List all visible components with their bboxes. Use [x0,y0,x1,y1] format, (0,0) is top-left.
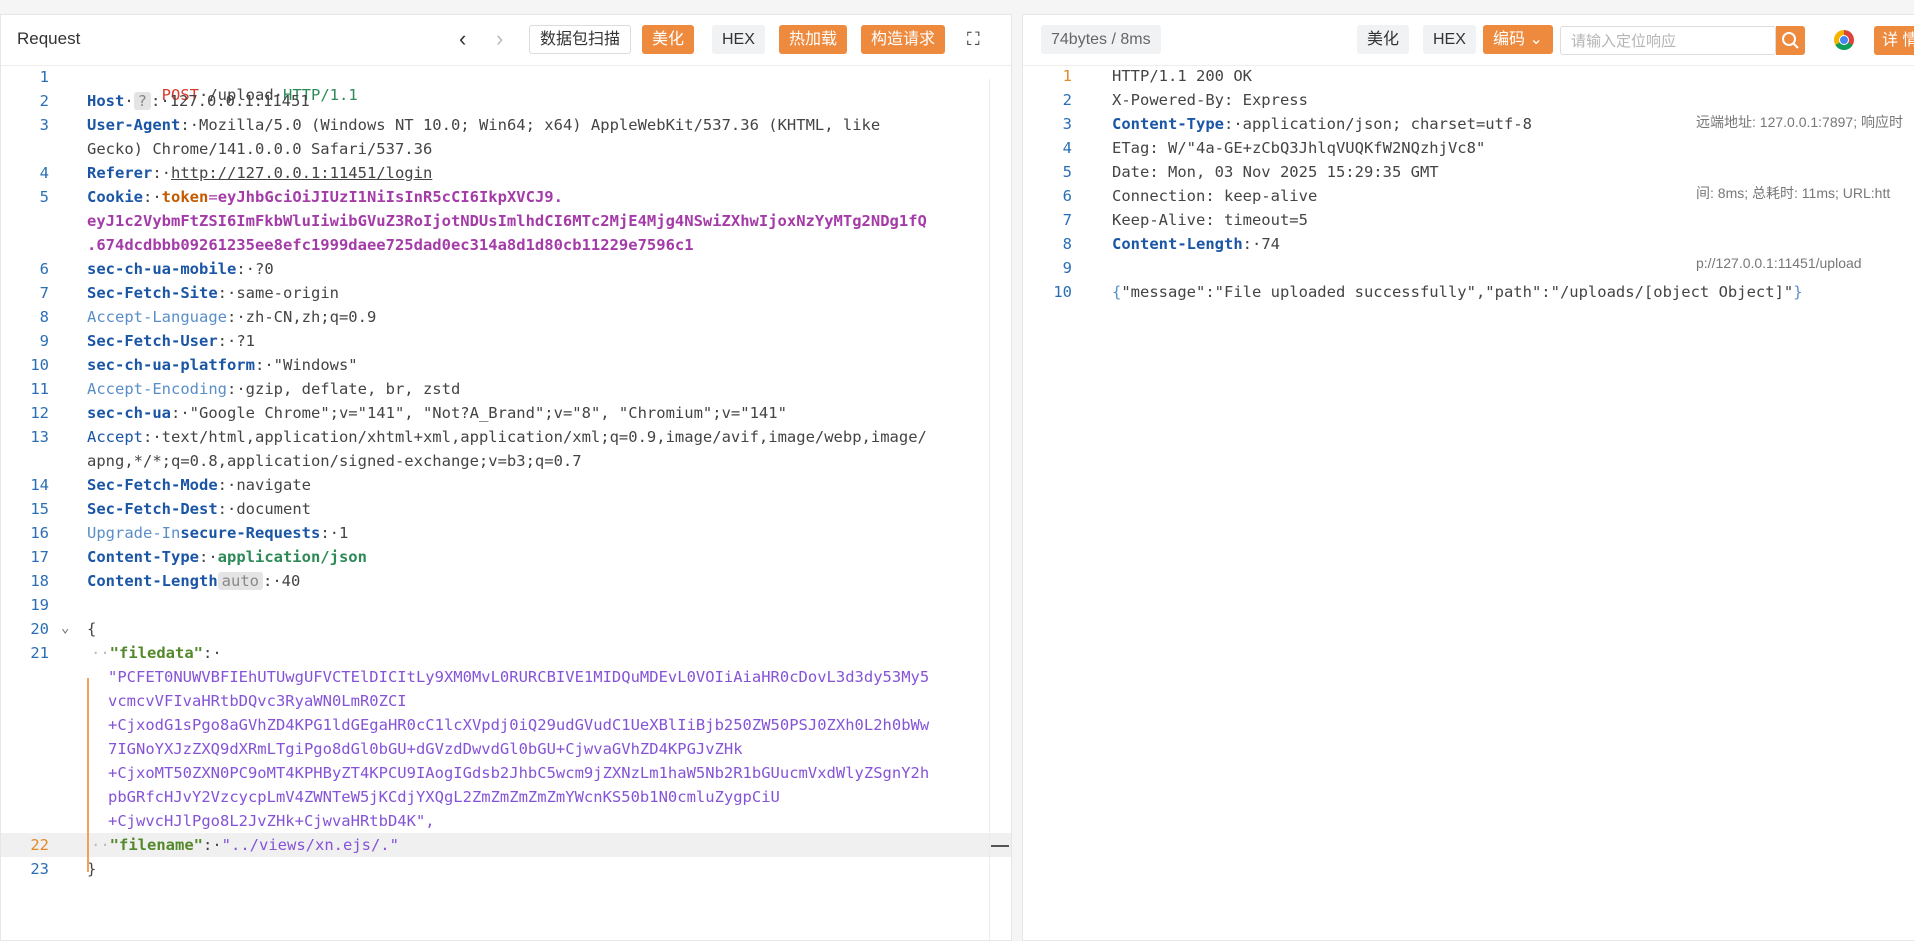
construct-request-button[interactable]: 构造请求 [861,25,946,54]
line-number: 9 [39,332,49,350]
line-number: 23 [30,860,49,878]
request-panel: Request ‹ › 数据包扫描 美化 HEX 热加载 构造请求 ⛶ 1 PO… [0,14,1012,941]
code-line: 4 ETag: W/"4a-GE+zCbQ3JhlqVUQKfW2NQzhjVc… [1022,136,1692,160]
code-line: 6 sec-ch-ua-mobile:·?0 [1,257,1011,281]
line-number: 10 [1053,283,1072,301]
code-line: 8 Accept-Language:·zh-CN,zh;q=0.9 [1,305,1011,329]
line-number: 14 [30,476,49,494]
line-number: 2 [39,92,49,110]
locate-response-search[interactable] [1560,26,1776,55]
locate-response-input[interactable] [1569,27,1773,55]
size-time-badge: 74bytes / 8ms [1041,25,1161,54]
line-number: 11 [30,380,49,398]
line-number: 22 [30,836,49,854]
beautify-button[interactable]: 美化 [642,25,695,54]
code-line: 8 Content-Length:·74 [1022,232,1692,256]
line-number: 8 [1062,235,1072,253]
code-line: 4 Referer:·http://127.0.0.1:11451/login [1,161,1011,185]
scrollbar-marker[interactable] [991,845,1009,847]
code-line: 20 ⌄ { [1,617,1011,641]
code-line: 14 Sec-Fetch-Mode:·navigate [1,473,1011,497]
line-number: 20 [30,620,49,638]
line-number: 4 [1062,139,1072,157]
chrome-icon[interactable] [1834,30,1854,50]
code-line: 5 Cookie:·token=eyJhbGciOiJIUzI1NiIsInR5… [1,185,1011,257]
response-hex-button[interactable]: HEX [1423,25,1476,54]
code-line: 2 X-Powered-By: Express [1022,88,1692,112]
request-toolbar: Request ‹ › 数据包扫描 美化 HEX 热加载 构造请求 ⛶ [1,15,1011,66]
response-beautify-button[interactable]: 美化 [1357,25,1410,54]
line-number: 21 [30,644,49,662]
detail-button[interactable]: 详 情 [1874,26,1914,55]
line-number: 1 [39,68,49,86]
line-number: 9 [1062,259,1072,277]
next-arrow-icon[interactable]: › [496,27,503,51]
code-line: 16 Upgrade-Insecure-Requests:·1 [1,521,1011,545]
code-line: 10 {"message":"File uploaded successfull… [1022,280,1802,304]
prev-arrow-icon[interactable]: ‹ [459,27,466,51]
code-line: 2 Host·?:·127.0.0.1:11451 [1,89,1011,113]
line-number: 1 [1062,67,1072,85]
fold-chevron-icon[interactable]: ⌄ [61,620,69,636]
code-line: 12 sec-ch-ua:·"Google Chrome";v="141", "… [1,401,1011,425]
code-line: 23 } [1,857,1011,881]
code-line: 5 Date: Mon, 03 Nov 2025 15:29:35 GMT [1022,160,1692,184]
line-number: 15 [30,500,49,518]
code-line: 7 Keep-Alive: timeout=5 [1022,208,1692,232]
chevron-down-icon: ⌄ [1529,31,1543,48]
response-editor[interactable]: 1 HTTP/1.1 200 OK 2 X-Powered-By: Expres… [1022,64,1802,939]
line-number: 7 [39,284,49,302]
line-number: 6 [39,260,49,278]
search-icon [1782,32,1799,49]
packet-scan-button[interactable]: 数据包扫描 [529,25,632,54]
encoding-dropdown[interactable]: 编码 ⌄ [1483,25,1553,54]
line-number: 16 [30,524,49,542]
auto-length-badge[interactable]: auto [217,572,263,590]
line-number: 7 [1062,211,1072,229]
code-line: 17 Content-Type:·application/json [1,545,1011,569]
code-line: 7 Sec-Fetch-Site:·same-origin [1,281,1011,305]
host-hint-badge[interactable]: ? [133,92,152,110]
code-line: 9 Sec-Fetch-User:·?1 [1,329,1011,353]
code-line: 3 Content-Type:·application/json; charse… [1022,112,1692,136]
line-number: 2 [1062,91,1072,109]
fullscreen-icon[interactable]: ⛶ [967,27,980,51]
code-line: 11 Accept-Encoding:·gzip, deflate, br, z… [1,377,1011,401]
code-line: 13 Accept:·text/html,application/xhtml+x… [1,425,1011,473]
line-number: 8 [39,308,49,326]
hex-button[interactable]: HEX [712,25,765,54]
response-meta-info: 远端地址: 127.0.0.1:7897; 响应时 间: 8ms; 总耗时: 1… [1696,114,1903,271]
indent-guide [87,678,89,872]
line-number: 19 [30,596,49,614]
code-line: 1 HTTP/1.1 200 OK [1022,64,1692,88]
code-line: 21 ··"filedata":· "PCFET0NUWVBFIEhUTUwgU… [1,641,1011,833]
code-line: 6 Connection: keep-alive [1022,184,1692,208]
line-number: 5 [39,188,49,206]
hot-reload-button[interactable]: 热加载 [779,25,848,54]
line-number: 13 [30,428,49,446]
referer-link[interactable]: http://127.0.0.1:11451/login [171,164,432,182]
code-line: 19 [1,593,1011,617]
code-line: 1 POST·/upload·HTTP/1.1 [1,65,1011,104]
line-number: 18 [30,572,49,590]
line-number: 6 [1062,187,1072,205]
line-number: 17 [30,548,49,566]
code-line-current: 22 ··"filename":·"../views/xn.ejs/." [1,833,1011,857]
request-title: Request [17,29,81,48]
line-number: 12 [30,404,49,422]
code-line: 3 User-Agent:·Mozilla/5.0 (Windows NT 10… [1,113,1011,161]
code-line: 15 Sec-Fetch-Dest:·document [1,497,1011,521]
request-editor[interactable]: 1 POST·/upload·HTTP/1.1 2 Host·?:·127.0.… [1,65,1011,940]
code-line: 10 sec-ch-ua-platform:·"Windows" [1,353,1011,377]
line-number: 10 [30,356,49,374]
line-number: 4 [39,164,49,182]
search-button[interactable] [1776,26,1805,55]
editor-scrollbar-track[interactable] [989,79,990,940]
code-line: 9 [1022,256,1692,280]
line-number: 3 [39,116,49,134]
line-number: 3 [1062,115,1072,133]
code-line: 18 Content-Length auto:·40 [1,569,1011,593]
line-number: 5 [1062,163,1072,181]
